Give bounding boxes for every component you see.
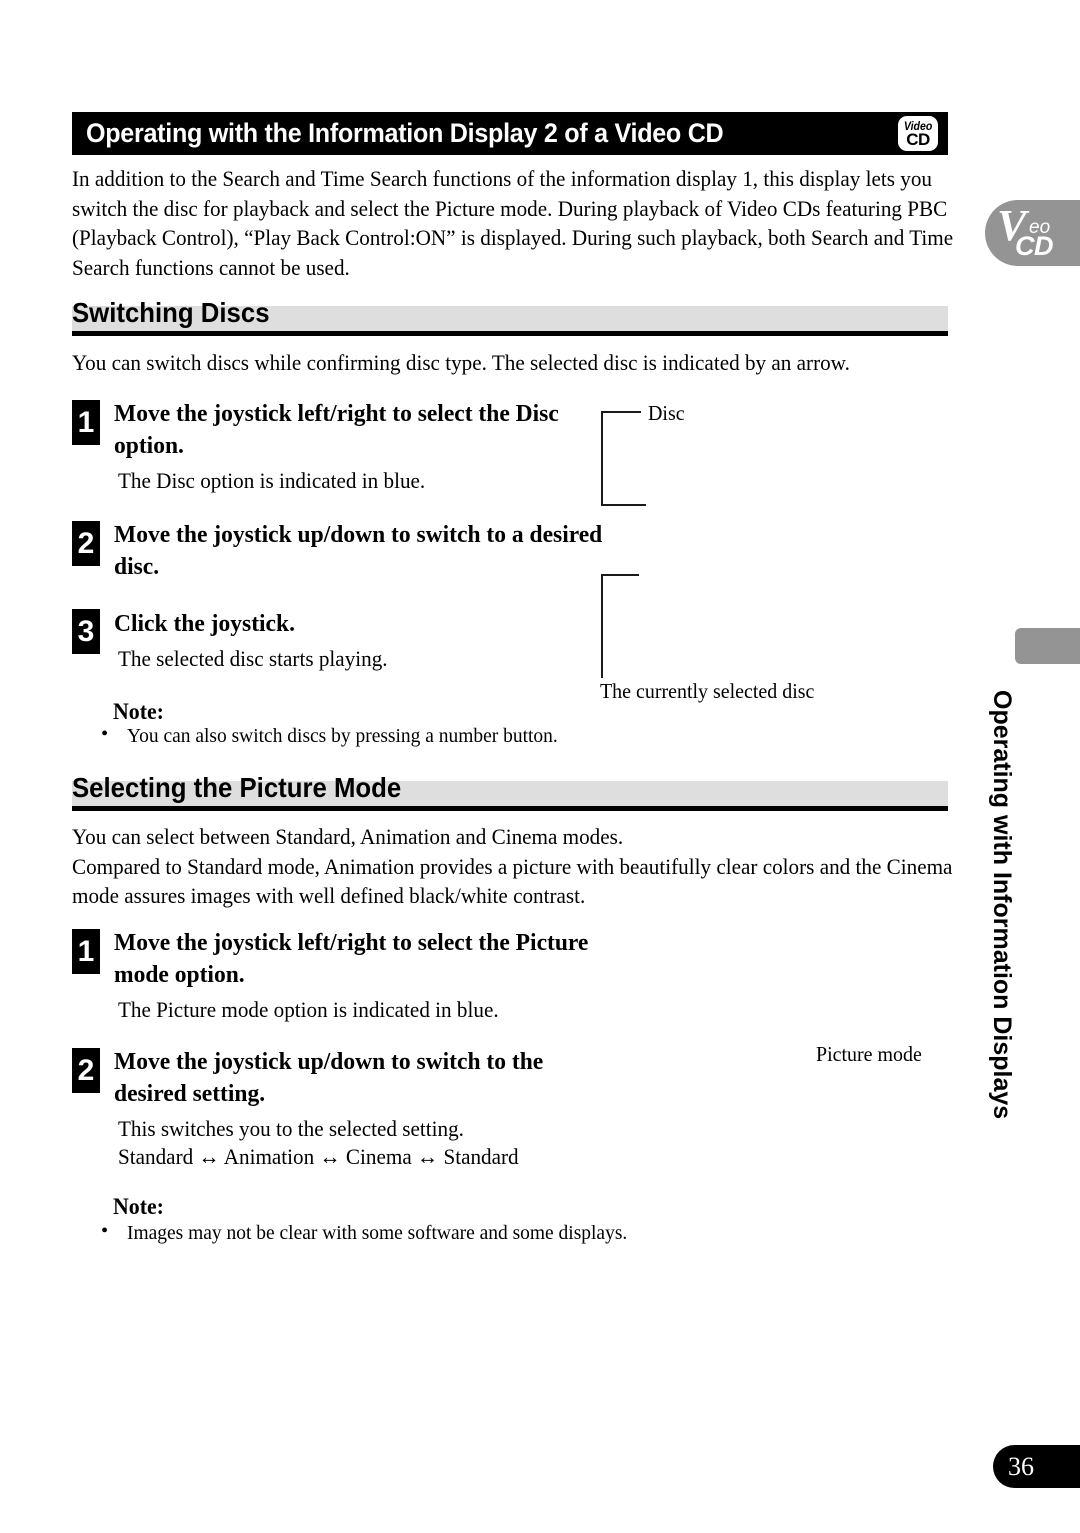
step-title-1-picture: Move the joystick left/right to select t… bbox=[114, 929, 589, 988]
step-body-2-picture: This switches you to the selected settin… bbox=[118, 1116, 464, 1141]
edge-section-marker bbox=[1015, 628, 1080, 664]
step-title-3-switching: Click the joystick. bbox=[114, 610, 295, 637]
video-cd-logo-bottom-text: CD bbox=[906, 129, 930, 149]
step-title-2-switching: Move the joystick up/down to switch to a… bbox=[114, 521, 603, 580]
callout-bracket-1-vertical bbox=[601, 411, 603, 506]
intro-paragraph: In addition to the Search and Time Searc… bbox=[72, 166, 954, 280]
side-tab-cd-glyph: CD bbox=[1015, 231, 1054, 261]
step-body-1-picture: The Picture mode option is indicated in … bbox=[118, 997, 499, 1022]
step-number-1-picture: 1 bbox=[72, 929, 100, 974]
note-bullet-picture: • bbox=[101, 1220, 109, 1242]
heading-text: Selecting the Picture Mode bbox=[72, 772, 402, 803]
picture-mode-cycle: Standard ↔ Animation ↔ Cinema ↔ Standard bbox=[118, 1144, 519, 1169]
side-tab-video-cd-icon: V eo CD bbox=[985, 200, 1080, 266]
heading-rule bbox=[72, 331, 948, 336]
note-item-switching-0: You can also switch discs by pressing a … bbox=[127, 725, 558, 747]
section-lead-switching-discs: You can switch discs while confirming di… bbox=[72, 350, 850, 375]
callout-label-disc: Disc bbox=[648, 401, 685, 425]
running-head-vertical: Operating with Information Displays bbox=[988, 690, 1016, 1120]
note-label-picture: Note: bbox=[113, 1194, 164, 1219]
manual-page: Operating with the Information Display 2… bbox=[0, 0, 1080, 1533]
section-lead-picture-mode: You can select between Standard, Animati… bbox=[72, 824, 953, 908]
callout-bracket-1-top bbox=[601, 411, 641, 413]
callout-bracket-2-top bbox=[601, 574, 639, 576]
callout-bracket-1-bottom bbox=[601, 504, 646, 506]
heading-text: Switching Discs bbox=[72, 297, 270, 328]
chapter-header-bar: Operating with the Information Display 2… bbox=[72, 112, 948, 155]
step-body-3-switching: The selected disc starts playing. bbox=[118, 646, 388, 671]
step-number-3-switching: 3 bbox=[72, 609, 100, 654]
page-number-tab: 36 bbox=[993, 1445, 1080, 1488]
step-number-2-picture: 2 bbox=[72, 1048, 100, 1093]
note-bullet-switching: • bbox=[101, 723, 109, 745]
step-title-2-picture: Move the joystick up/down to switch to t… bbox=[114, 1048, 544, 1107]
step-title-1-switching: Move the joystick left/right to select t… bbox=[114, 400, 559, 459]
note-label-switching: Note: bbox=[113, 699, 164, 724]
step-number-2-switching: 2 bbox=[72, 521, 100, 566]
section-heading-selecting-picture-mode: Selecting the Picture Mode bbox=[72, 772, 948, 811]
callout-label-currently-selected-disc: The currently selected disc bbox=[600, 679, 815, 703]
video-cd-logo-top-text: Video bbox=[903, 118, 933, 133]
step-number-1-switching: 1 bbox=[72, 400, 100, 445]
heading-rule bbox=[72, 806, 948, 811]
video-cd-logo-icon: Video CD bbox=[898, 116, 938, 151]
step-body-1-switching: The Disc option is indicated in blue. bbox=[118, 468, 426, 493]
note-item-picture-0: Images may not be clear with some softwa… bbox=[127, 1222, 628, 1244]
page-title: Operating with the Information Display 2… bbox=[86, 118, 724, 148]
callout-bracket-2-vertical bbox=[601, 574, 603, 678]
section-heading-switching-discs: Switching Discs bbox=[72, 297, 948, 336]
page-number: 36 bbox=[1008, 1452, 1034, 1481]
callout-label-picture-mode: Picture mode bbox=[816, 1042, 922, 1066]
